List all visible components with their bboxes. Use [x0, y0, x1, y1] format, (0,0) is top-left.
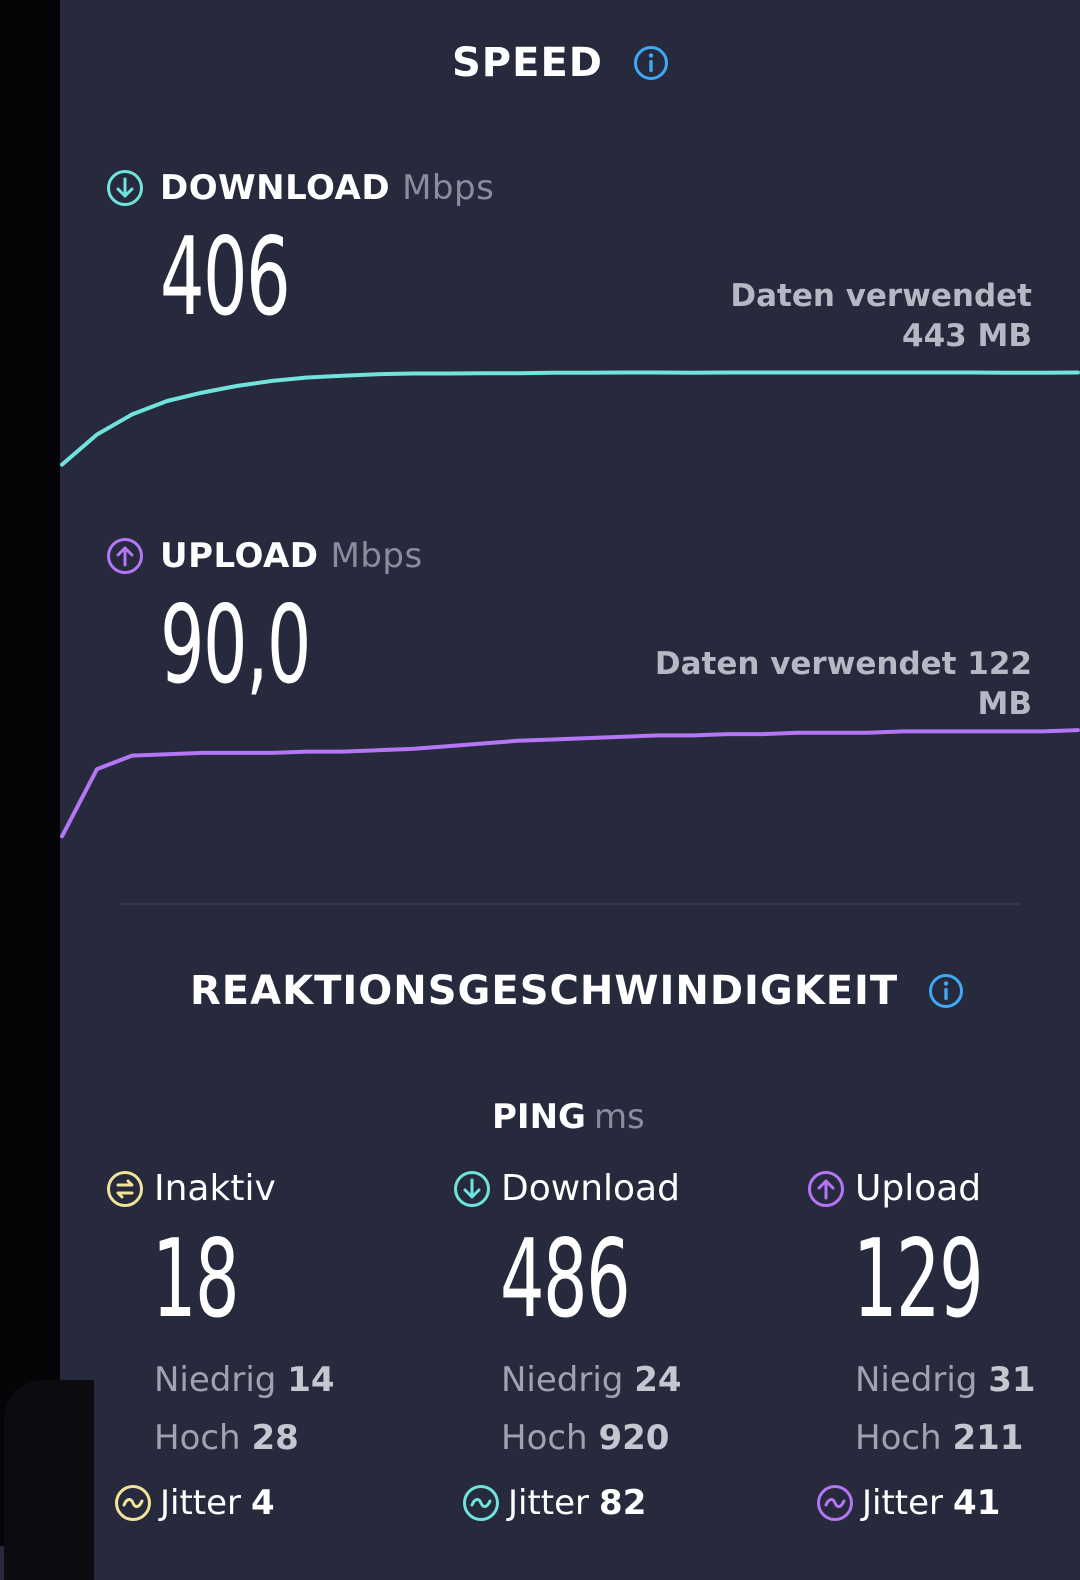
upload-value: 90,0: [160, 583, 311, 708]
ping-upload-label: Upload: [855, 1168, 982, 1209]
download-unit: Mbps: [402, 168, 495, 208]
arrow-up-circle-icon: [807, 1170, 855, 1208]
upload-data-used-line1: Daten verwendet 122: [654, 646, 1032, 682]
high-value: 211: [952, 1418, 1024, 1458]
ping-idle-high: Hoch 28: [154, 1418, 299, 1458]
ping-upload-header: Upload: [807, 1168, 981, 1209]
responsiveness-title: REAKTIONSGESCHWINDIGKEIT: [190, 968, 899, 1014]
high-label: Hoch: [501, 1418, 588, 1458]
download-speed-line: [60, 370, 1080, 467]
low-label: Niedrig: [154, 1360, 277, 1400]
upload-label: UPLOAD: [160, 536, 319, 576]
jitter-label: Jitter: [862, 1483, 944, 1523]
upload-speed-line: [60, 728, 1080, 839]
jitter-value: 41: [953, 1483, 1001, 1523]
ping-download-header: Download: [453, 1168, 680, 1209]
responsiveness-header: REAKTIONSGESCHWINDIGKEIT: [190, 968, 964, 1014]
arrow-down-circle-icon: [106, 169, 144, 207]
ping-idle-low: Niedrig 14: [154, 1360, 335, 1400]
jitter-wave-icon: [816, 1484, 862, 1522]
ping-upload-high: Hoch 211: [855, 1418, 1023, 1458]
ping-download-low: Niedrig 24: [501, 1360, 682, 1400]
ping-idle-header: Inaktiv: [106, 1168, 276, 1209]
download-header: DOWNLOAD Mbps: [106, 168, 494, 208]
info-icon[interactable]: [928, 973, 964, 1009]
download-data-used-label: Daten verwendet: [730, 278, 1032, 314]
download-label: DOWNLOAD: [160, 168, 391, 208]
left-edge-shape: [4, 1380, 94, 1580]
high-label: Hoch: [154, 1418, 241, 1458]
low-value: 31: [988, 1360, 1036, 1400]
ping-download-value: 486: [500, 1217, 631, 1342]
jitter-label: Jitter: [160, 1483, 242, 1523]
speed-header: SPEED: [452, 40, 669, 86]
speed-title: SPEED: [452, 40, 603, 86]
ping-upload-jitter: Jitter 41: [816, 1483, 1000, 1523]
high-label: Hoch: [855, 1418, 942, 1458]
upload-header: UPLOAD Mbps: [106, 536, 423, 576]
ping-download-high: Hoch 920: [501, 1418, 669, 1458]
low-value: 14: [287, 1360, 335, 1400]
low-label: Niedrig: [855, 1360, 978, 1400]
ping-idle-jitter: Jitter 4: [114, 1483, 275, 1523]
low-label: Niedrig: [501, 1360, 624, 1400]
info-icon[interactable]: [633, 45, 669, 81]
high-value: 28: [251, 1418, 299, 1458]
upload-data-used-line2: MB: [977, 686, 1032, 722]
low-value: 24: [634, 1360, 682, 1400]
ping-download-label: Download: [501, 1168, 680, 1209]
jitter-label: Jitter: [508, 1483, 590, 1523]
jitter-value: 82: [599, 1483, 647, 1523]
jitter-wave-icon: [462, 1484, 508, 1522]
download-speed-graph: [60, 370, 1080, 467]
ping-upload-value: 129: [853, 1217, 984, 1342]
idle-circle-icon: [106, 1170, 154, 1208]
jitter-value: 4: [251, 1483, 275, 1523]
ping-download-jitter: Jitter 82: [462, 1483, 646, 1523]
ping-upload-low: Niedrig 31: [855, 1360, 1036, 1400]
upload-unit: Mbps: [330, 536, 423, 576]
ping-unit: ms: [593, 1097, 645, 1137]
ping-label: PING: [492, 1097, 586, 1137]
left-edge-strip: [0, 0, 60, 1546]
arrow-up-circle-icon: [106, 537, 144, 575]
ping-idle-label: Inaktiv: [154, 1168, 276, 1209]
ping-idle-value: 18: [152, 1217, 240, 1342]
high-value: 920: [598, 1418, 670, 1458]
section-divider: [120, 903, 1020, 905]
upload-speed-graph: [60, 728, 1080, 839]
jitter-wave-icon: [114, 1484, 160, 1522]
arrow-down-circle-icon: [453, 1170, 501, 1208]
ping-header: PING ms: [492, 1097, 645, 1137]
download-value: 406: [160, 215, 291, 340]
upload-data-used: Daten verwendet 122 MB: [655, 644, 1032, 724]
